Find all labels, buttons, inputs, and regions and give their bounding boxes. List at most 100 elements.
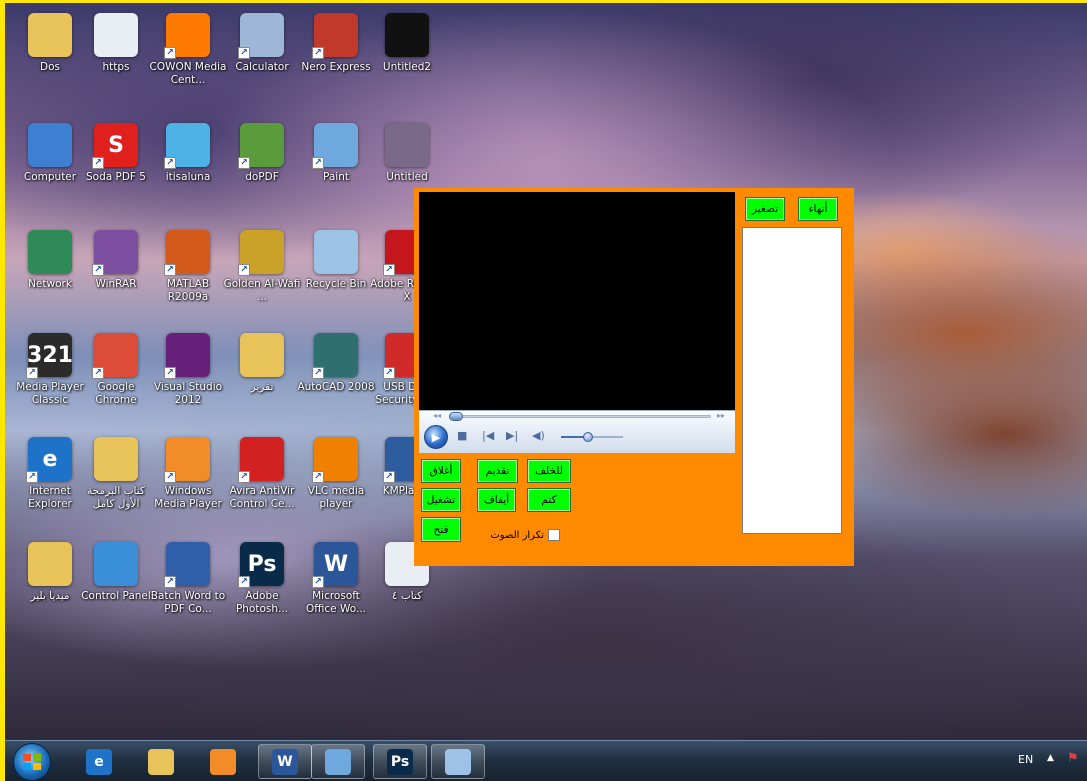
desktop-icon-label: itisaluna [165, 171, 211, 183]
desktop-icon[interactable]: W ↗ Microsoft Office Wo... [299, 538, 373, 638]
internet-explorer-icon: e [86, 748, 112, 775]
internet-explorer-icon: e ↗ [26, 437, 72, 483]
desktop-icon[interactable]: ↗ WinRAR [79, 226, 153, 326]
taskbar-item[interactable]: Ps [373, 744, 427, 779]
paint-icon: ↗ [312, 123, 358, 169]
document-icon [94, 13, 138, 57]
desktop-icon[interactable]: ↗ VLC media player [299, 433, 373, 533]
desktop-icon[interactable]: ↗ doPDF [225, 119, 299, 219]
action-center-flag-icon[interactable]: ⚑ [1067, 751, 1079, 766]
desktop-icon[interactable]: e ↗ Internet Explorer [13, 433, 87, 533]
windows-media-player-icon [210, 748, 236, 775]
taskbar-item[interactable]: W [258, 744, 312, 779]
desktop-icon[interactable]: ↗ Visual Studio 2012 [151, 329, 225, 429]
taskbar: e W Ps EN ▲ ⚑ [5, 740, 1087, 781]
desktop-icon[interactable]: 321 ↗ Media Player Classic [13, 329, 87, 429]
shortcut-arrow-icon: ↗ [383, 367, 395, 379]
desktop-icon[interactable]: ↗ Nero Express [299, 9, 373, 109]
volume-icon[interactable]: ◀) [532, 429, 545, 442]
desktop-icon[interactable]: ↗ itisaluna [151, 119, 225, 219]
desktop-icon[interactable]: ↗ Batch Word to PDF Co... [151, 538, 225, 638]
desktop-icon[interactable]: ↗ Windows Media Player [151, 433, 225, 533]
desktop-icon[interactable]: ↗ Google Chrome [79, 329, 153, 429]
start-button[interactable] [13, 743, 51, 781]
player-next-icon[interactable]: ▶| [506, 429, 518, 442]
folder-icon [94, 437, 138, 481]
player-previous-icon[interactable]: |◀ [482, 429, 494, 442]
desktop-icon[interactable]: ↗ COWON Media Cent... [150, 9, 226, 109]
desktop-icon[interactable]: ↗ Avira AntiVir Control Ce... [225, 433, 299, 533]
tray-expand-icon[interactable]: ▲ [1047, 753, 1054, 763]
video-display[interactable] [419, 192, 735, 410]
desktop-icon-label: https [102, 61, 130, 73]
desktop-icon-label: Adobe Photosh... [235, 590, 289, 615]
playlist-listbox[interactable] [742, 227, 842, 534]
taskbar-item[interactable] [196, 744, 250, 779]
desktop-icon[interactable]: ↗ Calculator [225, 9, 299, 109]
exit-button[interactable]: أنهاء [798, 197, 838, 221]
forward-button[interactable]: تقديم [477, 459, 518, 483]
volume-thumb[interactable] [583, 432, 593, 442]
shortcut-arrow-icon: ↗ [164, 576, 176, 588]
desktop-icon-label: Recycle Bin [305, 278, 367, 290]
seek-back-icon[interactable]: ◂◂ [433, 411, 441, 420]
desktop-icon[interactable]: تقرير [225, 329, 299, 429]
taskbar-item[interactable] [431, 744, 485, 779]
desktop-icon[interactable]: ميديا بلير [13, 538, 87, 638]
image-icon [385, 123, 429, 167]
desktop-icon[interactable]: Network [13, 226, 87, 326]
desktop-icon[interactable]: S ↗ Soda PDF 5 [79, 119, 153, 219]
taskbar-item[interactable] [134, 744, 188, 779]
backward-button[interactable]: للخلف [527, 459, 571, 483]
player-play-icon[interactable]: ▶ [424, 425, 448, 449]
shortcut-arrow-icon: ↗ [383, 264, 395, 276]
desktop-icon[interactable]: ↗ Golden Al-Wafi ... [224, 226, 300, 326]
volume-slider-rest [589, 436, 623, 438]
repeat-option[interactable]: تكرار الصوت [485, 528, 560, 542]
desktop-icon[interactable]: Dos [13, 9, 87, 109]
nero-icon: ↗ [312, 13, 358, 59]
desktop-icon[interactable]: Computer [13, 119, 87, 219]
desktop-icon-label: Untitled2 [382, 61, 432, 73]
shortcut-arrow-icon: ↗ [312, 576, 324, 588]
desktop-icon[interactable]: Recycle Bin [299, 226, 373, 326]
taskbar-item[interactable] [311, 744, 365, 779]
desktop-icon-label: Control Panel [81, 590, 151, 602]
open-button[interactable]: فتح [421, 517, 461, 542]
desktop-icon[interactable]: Control Panel [79, 538, 153, 638]
repeat-checkbox[interactable] [548, 529, 560, 541]
desktop-icon-label: Paint [323, 171, 349, 183]
desktop-icon[interactable]: ↗ Paint [299, 119, 373, 219]
media-player-window[interactable]: ◂◂ ▸▸ ▶ ■ |◀ ▶| ◀) تصغير أنهاء أغلاق تقد… [414, 188, 854, 566]
desktop-icon-label: Windows Media Player [154, 485, 222, 510]
seek-bar[interactable] [449, 415, 711, 418]
desktop-icon-label: كتاب البرمجة الأول كامل [87, 485, 145, 510]
shortcut-arrow-icon: ↗ [164, 264, 176, 276]
seek-forward-icon[interactable]: ▸▸ [717, 411, 725, 420]
desktop-icon[interactable]: ↗ AutoCAD 2008 [297, 329, 375, 429]
desktop-icon-label: Visual Studio 2012 [153, 381, 223, 406]
play-button[interactable]: تشغيل [421, 488, 461, 512]
language-indicator[interactable]: EN [1018, 753, 1033, 766]
stop-button[interactable]: أيقاف [477, 488, 516, 512]
desktop-icon[interactable]: https [79, 9, 153, 109]
desktop-icon-label: Avira AntiVir Control Ce... [229, 485, 295, 510]
desktop-icon[interactable]: ↗ MATLAB R2009a [151, 226, 225, 326]
mute-button[interactable]: كتم [527, 488, 571, 512]
desktop-icon-label: Microsoft Office Wo... [305, 590, 366, 615]
shortcut-arrow-icon: ↗ [92, 157, 104, 169]
desktop-icon[interactable]: كتاب البرمجة الأول كامل [79, 433, 153, 533]
taskbar-item[interactable]: e [72, 744, 126, 779]
close-file-button[interactable]: أغلاق [421, 459, 461, 483]
desktop-icon[interactable]: Untitled2 [370, 9, 444, 109]
seek-thumb[interactable] [449, 412, 463, 421]
autocad-icon: ↗ [312, 333, 358, 379]
folder-icon [240, 333, 284, 377]
player-stop-icon[interactable]: ■ [457, 429, 467, 442]
dopdf-icon: ↗ [238, 123, 284, 169]
desktop-icon-label: WinRAR [95, 278, 137, 290]
desktop-icon[interactable]: Ps ↗ Adobe Photosh... [225, 538, 299, 638]
folder-user-icon [28, 13, 72, 57]
control-panel-icon [94, 542, 138, 586]
minimize-button[interactable]: تصغير [745, 197, 785, 221]
